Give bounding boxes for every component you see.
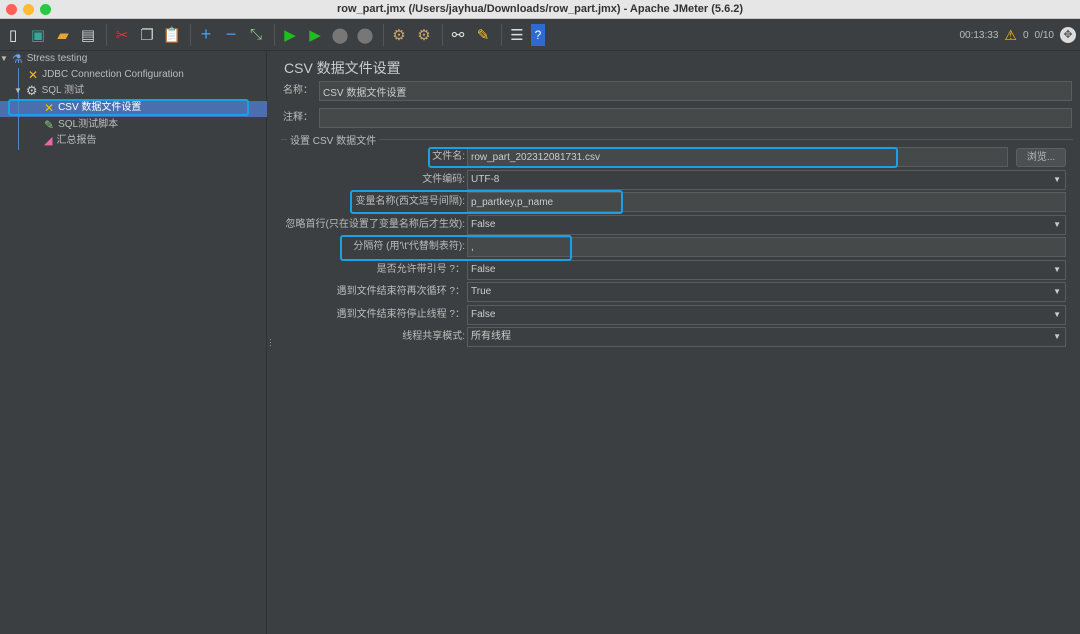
collapse-icon[interactable]: − — [220, 24, 242, 46]
paste-icon[interactable]: 📋 — [161, 24, 183, 46]
status-area: 00:13:33 ⚠ 0 0/10 ✥ — [959, 19, 1076, 51]
name-input[interactable] — [319, 81, 1072, 101]
templates-icon[interactable]: ▣ — [27, 24, 49, 46]
toolbar: ▯ ▣ ▰ ▤ ✂ ❐ 📋 + − ⤡ ▶ ▶ ⬤ ⬤ ⚙ ⚙ ⚯ ✎ ☰ ? — [0, 19, 1080, 51]
config-element-icon: ✕ — [28, 68, 39, 82]
start-no-pause-icon[interactable]: ▶ — [304, 24, 326, 46]
copy-icon[interactable]: ❐ — [136, 24, 158, 46]
browse-button[interactable]: 浏览... — [1016, 148, 1066, 167]
clear-icon[interactable]: ⚙ — [388, 24, 410, 46]
sharing-mode-select[interactable]: 所有线程 ▼ — [467, 327, 1066, 347]
variable-names-input[interactable] — [467, 192, 1066, 212]
chevron-down-icon: ▼ — [1053, 287, 1061, 296]
delimiter-label: 分隔符 (用'\t'代替制表符): — [353, 241, 465, 252]
elapsed-time: 00:13:33 — [959, 29, 999, 41]
tree-item-summary-report[interactable]: ◢ 汇总报告 — [44, 133, 96, 149]
title-bar: row_part.jmx (/Users/jayhua/Downloads/ro… — [0, 0, 1080, 19]
save-icon[interactable]: ▤ — [77, 24, 99, 46]
name-label: 名称： — [283, 85, 313, 96]
open-icon[interactable]: ▰ — [52, 24, 74, 46]
ignore-first-line-label: 忽略首行(只在设置了变量名称后才生效): — [285, 219, 465, 230]
new-icon[interactable]: ▯ — [2, 24, 24, 46]
delimiter-input[interactable] — [467, 237, 1066, 257]
ignore-first-line-select[interactable]: False ▼ — [467, 215, 1066, 235]
comment-label: 注释： — [283, 112, 313, 123]
stop-thread-eof-select[interactable]: False ▼ — [467, 305, 1066, 325]
stop-icon[interactable]: ⬤ — [329, 24, 351, 46]
chevron-down-icon: ▼ — [1053, 310, 1061, 319]
warning-icon[interactable]: ⚠ — [1004, 27, 1017, 44]
test-plan-tree: ▼ ⚗ Stress testing ✕ JDBC Connection Config… — [0, 51, 267, 634]
recycle-eof-select[interactable]: True ▼ — [467, 282, 1066, 302]
tree-item-sql-test[interactable]: ▼ ⚙ SQL 测试 — [14, 83, 84, 99]
sampler-icon: ✎ — [44, 118, 55, 132]
thread-count: 0/10 — [1034, 29, 1054, 41]
search-icon[interactable]: ⚯ — [447, 24, 469, 46]
splitter-grip-icon[interactable]: · · · — [269, 335, 272, 350]
tree-item-stress-testing[interactable]: ▼ ⚗ Stress testing — [0, 51, 87, 67]
toggle-icon[interactable]: ⤡ — [245, 24, 267, 46]
chevron-down-icon: ▼ — [1053, 265, 1061, 274]
group-divider — [281, 139, 1073, 140]
variable-names-label: 变量名称(西文逗号间隔): — [355, 196, 465, 207]
expand-icon[interactable]: + — [195, 24, 217, 46]
comment-input[interactable] — [319, 108, 1072, 128]
help-icon[interactable]: ? — [531, 23, 545, 46]
close-window-button[interactable] — [6, 4, 17, 15]
chevron-down-icon: ▼ — [1053, 175, 1061, 184]
remote-icon[interactable]: ✥ — [1060, 27, 1076, 43]
filename-label: 文件名: — [432, 151, 465, 162]
warning-count: 0 — [1022, 29, 1029, 41]
tree-item-csv-config[interactable]: ✕ CSV 数据文件设置 — [44, 100, 141, 116]
reset-search-icon[interactable]: ✎ — [472, 24, 494, 46]
maximize-window-button[interactable] — [40, 4, 51, 15]
minimize-window-button[interactable] — [23, 4, 34, 15]
chevron-down-icon: ▼ — [1053, 220, 1061, 229]
allow-quoted-select[interactable]: False ▼ — [467, 260, 1066, 280]
window-title: row_part.jmx (/Users/jayhua/Downloads/ro… — [336, 3, 744, 15]
recycle-eof-label: 遇到文件结束符再次循环 ?： — [336, 286, 465, 297]
filename-input[interactable] — [467, 147, 1008, 167]
cut-icon[interactable]: ✂ — [111, 24, 133, 46]
shutdown-icon[interactable]: ⬤ — [354, 24, 376, 46]
sharing-mode-label: 线程共享模式: — [402, 331, 465, 342]
function-helper-icon[interactable]: ☰ — [506, 24, 528, 46]
config-element-icon: ✕ — [44, 101, 55, 115]
group-label: 设置 CSV 数据文件 — [287, 132, 380, 147]
encoding-select[interactable]: UTF-8 ▼ — [467, 170, 1066, 190]
tree-item-jdbc-config[interactable]: ✕ JDBC Connection Configuration — [28, 67, 184, 83]
start-icon[interactable]: ▶ — [279, 24, 301, 46]
encoding-label: 文件编码: — [422, 174, 465, 185]
thread-group-icon: ⚙ — [25, 83, 38, 98]
allow-quoted-label: 是否允许带引号 ?： — [376, 264, 465, 275]
page-title: CSV 数据文件设置 — [284, 60, 401, 76]
test-plan-icon: ⚗ — [11, 52, 23, 66]
clear-all-icon[interactable]: ⚙ — [413, 24, 435, 46]
tree-item-sql-script[interactable]: ✎ SQL测试脚本 — [44, 117, 118, 133]
chevron-down-icon: ▼ — [1053, 332, 1061, 341]
listener-icon: ◢ — [44, 135, 53, 147]
stop-thread-eof-label: 遇到文件结束符停止线程 ?： — [336, 309, 465, 320]
